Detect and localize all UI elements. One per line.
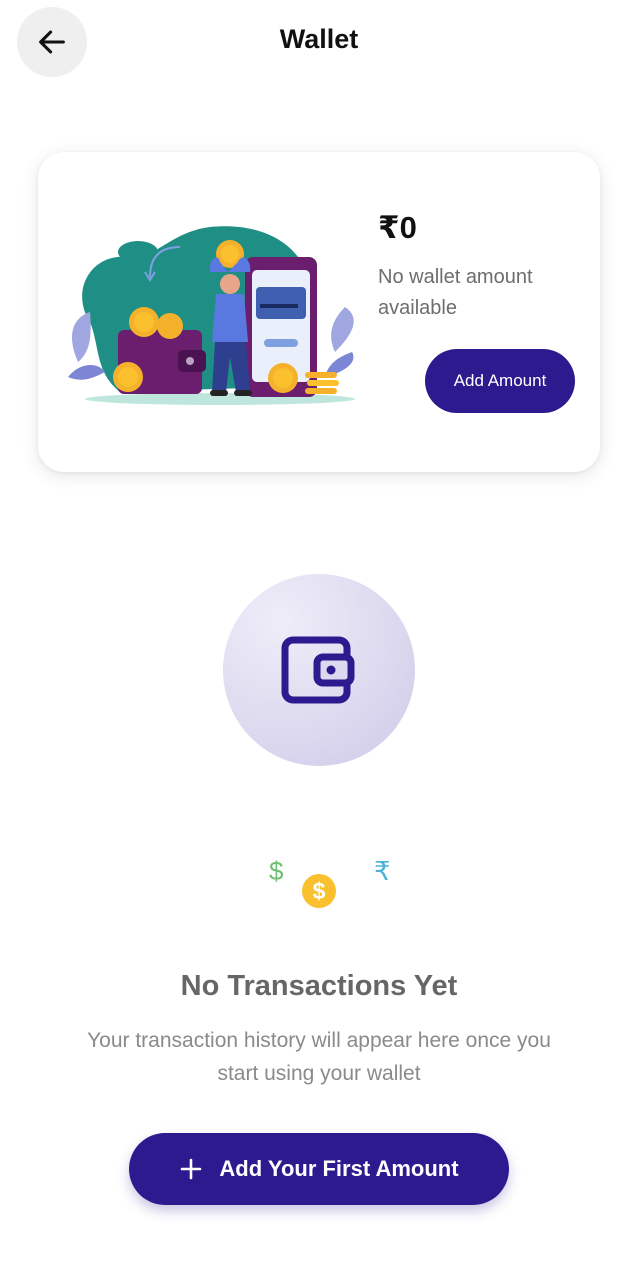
add-first-amount-button[interactable]: Add Your First Amount — [129, 1133, 509, 1205]
no-amount-text: No wallet amount available — [378, 266, 533, 319]
empty-wallet-badge — [223, 574, 415, 766]
dollar-icon: $ — [269, 856, 284, 886]
wallet-screen: Wallet ₹0 No wallet amount available Add… — [0, 0, 638, 1280]
add-amount-button[interactable]: Add Amount — [425, 349, 575, 413]
plus-icon — [179, 1157, 203, 1181]
coin-icon: $ — [302, 874, 336, 908]
wallet-balance: ₹0 — [378, 210, 417, 245]
wallet-balance-card: ₹0 No wallet amount available Add Amount — [38, 152, 600, 472]
rupee-icon: ₹ — [374, 856, 391, 886]
empty-state-title: No Transactions Yet — [180, 970, 458, 1002]
empty-state-description: Your transaction history will appear her… — [87, 1029, 551, 1085]
app-header: Wallet — [0, 0, 638, 90]
wallet-icon — [279, 630, 359, 710]
page-title: Wallet — [279, 24, 359, 54]
wallet-illustration — [60, 212, 360, 412]
currency-decoration: $ $ ₹ — [250, 850, 410, 920]
add-first-amount-label: Add Your First Amount — [219, 1156, 459, 1181]
